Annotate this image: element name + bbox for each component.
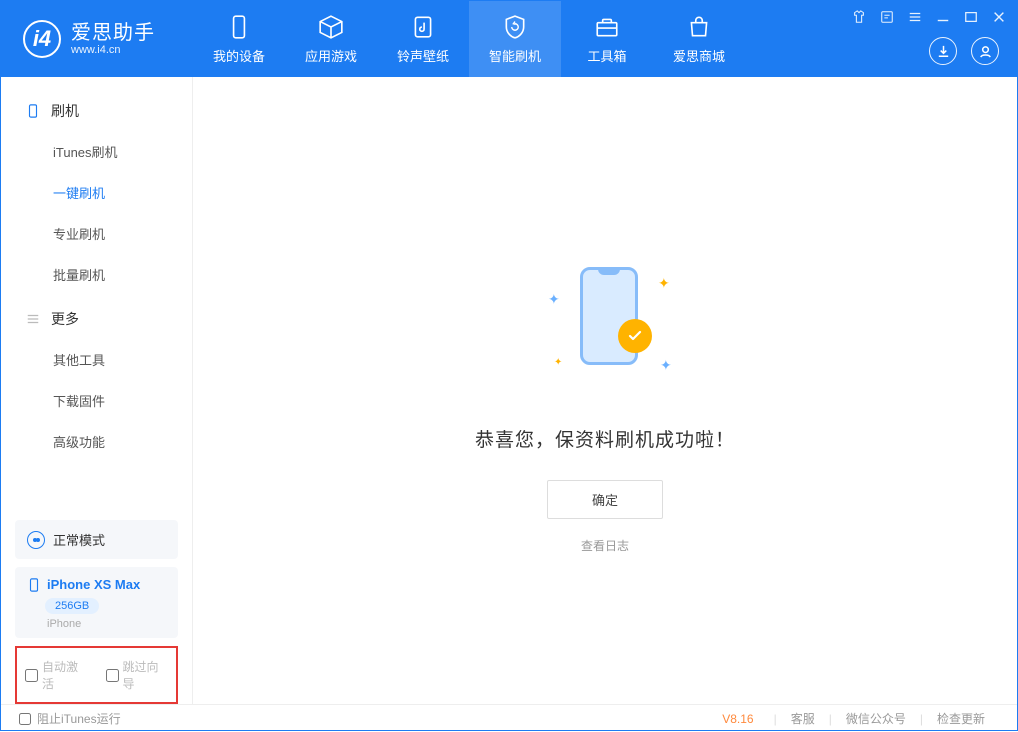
sidebar-item-oneclick-flash[interactable]: 一键刷机 (1, 172, 192, 213)
menu-icon[interactable] (907, 9, 923, 25)
sidebar-group-flash: 刷机 iTunes刷机 一键刷机 专业刷机 批量刷机 (1, 91, 192, 295)
list-icon (25, 311, 41, 327)
sidebar: 刷机 iTunes刷机 一键刷机 专业刷机 批量刷机 更多 其他工具 下载固件 … (1, 77, 193, 704)
main-content: ✦ ✦ ✦ ✦ 恭喜您，保资料刷机成功啦！ 确定 查看日志 (193, 77, 1017, 704)
view-log-link[interactable]: 查看日志 (581, 537, 629, 554)
app-logo: i4 爱思助手 www.i4.cn (1, 20, 193, 58)
version-label: V8.16 (722, 712, 753, 726)
cube-icon (318, 14, 344, 40)
nav-tab-flash[interactable]: 智能刷机 (469, 1, 561, 77)
sparkle-icon: ✦ (554, 357, 562, 368)
nav-tab-toolbox[interactable]: 工具箱 (561, 1, 653, 77)
device-phone-icon (27, 578, 41, 592)
sidebar-header-more[interactable]: 更多 (1, 299, 192, 339)
sidebar-item-pro-flash[interactable]: 专业刷机 (1, 213, 192, 254)
skip-guide-checkbox[interactable]: 跳过向导 (106, 658, 169, 692)
success-title: 恭喜您，保资料刷机成功啦！ (475, 425, 735, 452)
device-name: iPhone XS Max (27, 577, 166, 592)
user-icon[interactable] (971, 37, 999, 65)
nav-label: 铃声壁纸 (397, 46, 449, 65)
nav-tab-device[interactable]: 我的设备 (193, 1, 285, 77)
toolbox-icon (594, 14, 620, 40)
close-icon[interactable] (991, 9, 1007, 25)
skin-icon[interactable] (851, 9, 867, 25)
checkmark-badge-icon (618, 319, 652, 353)
app-name-en: www.i4.cn (71, 44, 155, 56)
sidebar-header-flash[interactable]: 刷机 (1, 91, 192, 131)
mode-icon (27, 531, 45, 549)
phone-outline-icon (25, 103, 41, 119)
note-doc-icon (410, 14, 436, 40)
nav-tab-ringtone[interactable]: 铃声壁纸 (377, 1, 469, 77)
flash-options-highlighted: 自动激活 跳过向导 (15, 646, 178, 704)
nav-label: 我的设备 (213, 46, 265, 65)
phone-icon (226, 14, 252, 40)
nav-tabs: 我的设备 应用游戏 铃声壁纸 智能刷机 工具箱 爱思商城 (193, 1, 745, 77)
download-icon[interactable] (929, 37, 957, 65)
nav-tab-apps[interactable]: 应用游戏 (285, 1, 377, 77)
sidebar-item-batch-flash[interactable]: 批量刷机 (1, 254, 192, 295)
sidebar-title: 刷机 (51, 101, 79, 121)
app-name-cn: 爱思助手 (71, 22, 155, 44)
sparkle-icon: ✦ (658, 275, 670, 292)
maximize-icon[interactable] (963, 9, 979, 25)
sidebar-title: 更多 (51, 309, 79, 329)
app-header: i4 爱思助手 www.i4.cn 我的设备 应用游戏 铃声壁纸 智能刷机 工具… (1, 1, 1017, 77)
sparkle-icon: ✦ (660, 357, 672, 374)
device-type: iPhone (47, 618, 166, 630)
sidebar-item-download-firmware[interactable]: 下载固件 (1, 380, 192, 421)
device-info-box[interactable]: iPhone XS Max 256GB iPhone (15, 567, 178, 638)
footer-link-update[interactable]: 检查更新 (923, 710, 999, 727)
nav-label: 工具箱 (587, 46, 626, 65)
shield-refresh-icon (502, 14, 528, 40)
footer-link-wechat[interactable]: 微信公众号 (832, 710, 920, 727)
minimize-icon[interactable] (935, 9, 951, 25)
sidebar-item-other-tools[interactable]: 其他工具 (1, 339, 192, 380)
nav-label: 应用游戏 (305, 46, 357, 65)
sparkle-icon: ✦ (548, 291, 560, 308)
auto-activate-checkbox[interactable]: 自动激活 (25, 658, 88, 692)
logo-icon: i4 (23, 20, 61, 58)
flash-result-area: ✦ ✦ ✦ ✦ 恭喜您，保资料刷机成功啦！ 确定 查看日志 (475, 257, 735, 554)
mode-label: 正常模式 (53, 530, 105, 549)
sidebar-group-more: 更多 其他工具 下载固件 高级功能 (1, 299, 192, 462)
bag-icon (686, 14, 712, 40)
header-action-icons (929, 37, 999, 65)
success-illustration: ✦ ✦ ✦ ✦ (540, 257, 670, 397)
confirm-button[interactable]: 确定 (547, 480, 663, 519)
block-itunes-checkbox[interactable]: 阻止iTunes运行 (19, 710, 121, 727)
sidebar-item-itunes-flash[interactable]: iTunes刷机 (1, 131, 192, 172)
nav-label: 爱思商城 (673, 46, 725, 65)
storage-badge: 256GB (45, 598, 99, 614)
status-bar: 阻止iTunes运行 V8.16 | 客服 | 微信公众号 | 检查更新 (1, 704, 1017, 732)
nav-tab-shop[interactable]: 爱思商城 (653, 1, 745, 77)
sidebar-item-advanced[interactable]: 高级功能 (1, 421, 192, 462)
nav-label: 智能刷机 (489, 46, 541, 65)
footer-link-support[interactable]: 客服 (777, 710, 829, 727)
window-controls (851, 9, 1007, 25)
device-mode-box[interactable]: 正常模式 (15, 520, 178, 559)
feedback-icon[interactable] (879, 9, 895, 25)
